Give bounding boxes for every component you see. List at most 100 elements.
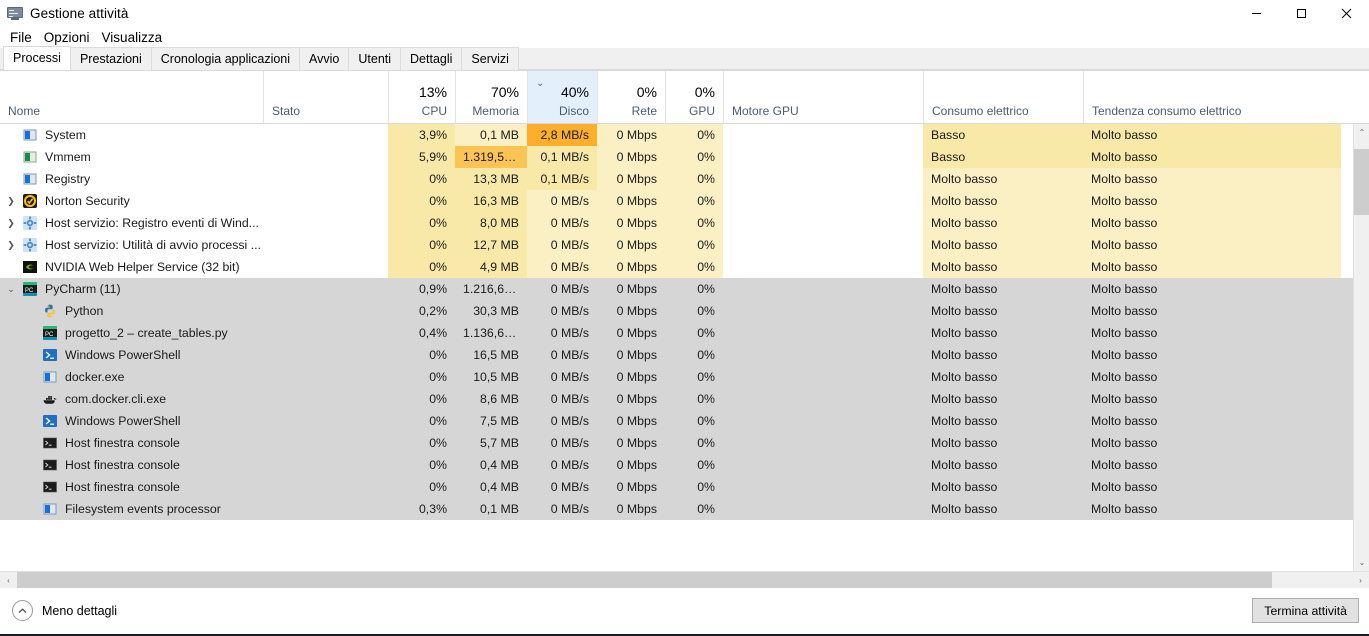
- column-label: Consumo elettrico: [932, 104, 1029, 118]
- vertical-scroll-thumb[interactable]: [1354, 149, 1369, 216]
- cell-gpu: 0%: [665, 124, 723, 146]
- cell-consumo: Molto basso: [931, 458, 998, 472]
- cell-tendenza: Molto basso: [1091, 392, 1158, 406]
- cell-cpu: 0,9%: [418, 282, 447, 296]
- table-row[interactable]: ❯ Host servizio: Registro eventi di Wind.…: [0, 212, 1353, 234]
- tab-dettagli[interactable]: Dettagli: [400, 47, 463, 70]
- table-row[interactable]: Python 0,2% 30,3 MB 0 MB/s 0 Mbps 0% Molto bas…: [0, 300, 1353, 322]
- close-button[interactable]: [1324, 0, 1369, 26]
- cell-cpu: 0%: [388, 256, 455, 278]
- column-label: Stato: [272, 104, 301, 118]
- tab-servizi[interactable]: Servizi: [461, 47, 519, 70]
- window-blue-icon: [22, 171, 38, 187]
- cell-tendenza: Molto basso: [1091, 282, 1158, 296]
- horizontal-scroll-track[interactable]: [17, 572, 1352, 588]
- tab-processi[interactable]: Processi: [3, 46, 71, 70]
- cell-disco: 0 MB/s: [550, 304, 589, 318]
- cell-memoria: 16,5 MB: [473, 348, 519, 362]
- table-row[interactable]: NVIDIA Web Helper Service (32 bit) 0% 4,9 …: [0, 256, 1353, 278]
- column-header-rete[interactable]: 0% Rete: [597, 71, 665, 123]
- cell-stato: [263, 168, 388, 190]
- chevron-down-icon[interactable]: ⌄: [0, 278, 22, 300]
- table-row[interactable]: System 3,9% 0,1 MB 2,8 MB/s 0 Mbps 0% Basso Mol…: [0, 124, 1353, 146]
- table-row[interactable]: com.docker.cli.exe 0% 8,6 MB 0 MB/s 0 Mbps 0%…: [0, 388, 1353, 410]
- table-row[interactable]: ❯ Host servizio: Utilità di avvio process…: [0, 234, 1353, 256]
- menu-file[interactable]: File: [4, 28, 38, 47]
- fewer-details-button[interactable]: Meno dettagli: [8, 597, 121, 624]
- cell-motore-gpu: [723, 344, 923, 366]
- chevron-right-icon[interactable]: ❯: [0, 234, 22, 256]
- menu-opzioni[interactable]: Opzioni: [38, 28, 96, 47]
- column-header-disco[interactable]: ⌄ 40% Disco: [527, 71, 597, 123]
- cell-memoria: 4,9 MB: [455, 256, 527, 278]
- cell-tendenza: Molto basso: [1091, 458, 1158, 472]
- column-header-gpu[interactable]: 0% GPU: [665, 71, 723, 123]
- cell-memoria: 8,6 MB: [480, 392, 519, 406]
- cell-gpu: 0%: [697, 436, 715, 450]
- chevron-right-icon[interactable]: ❯: [0, 212, 22, 234]
- minimize-button[interactable]: [1234, 0, 1279, 26]
- end-task-button[interactable]: Termina attività: [1252, 598, 1359, 623]
- tab-utenti[interactable]: Utenti: [348, 47, 402, 70]
- table-row[interactable]: Filesystem events processor 0,3% 0,1 MB 0 M…: [0, 498, 1353, 520]
- task-manager-window: Gestione attività File Opzioni Visualizz…: [0, 0, 1369, 636]
- table-row[interactable]: Vmmem 5,9% 1.319,5 MB 0,1 MB/s 0 Mbps 0% Basso…: [0, 146, 1353, 168]
- column-header-stato[interactable]: Stato: [263, 71, 388, 123]
- scroll-down-button[interactable]: ⌄: [1354, 554, 1369, 571]
- pycharm-icon: PC: [22, 281, 38, 297]
- vertical-scroll-track[interactable]: [1354, 141, 1369, 554]
- cell-consumo: Basso: [923, 124, 1083, 146]
- table-row[interactable]: Host finestra console 0% 5,7 MB 0 MB/s 0 Mbp…: [0, 432, 1353, 454]
- tab-prestazioni[interactable]: Prestazioni: [69, 47, 152, 70]
- table-row[interactable]: PC progetto_2 – create_tables.py 0,4% 1.136…: [0, 322, 1353, 344]
- cell-rete: 0 Mbps: [616, 458, 657, 472]
- cell-tendenza: Molto basso: [1091, 370, 1158, 384]
- cell-consumo: Molto basso: [931, 392, 998, 406]
- cell-cpu: 5,9%: [388, 146, 455, 168]
- column-header-nome[interactable]: Nome: [0, 71, 263, 123]
- vertical-scrollbar[interactable]: ⌃ ⌄: [1353, 124, 1369, 571]
- sort-descending-icon: ⌄: [536, 78, 545, 89]
- cell-rete: 0 Mbps: [616, 436, 657, 450]
- table-row[interactable]: Host finestra console 0% 0,4 MB 0 MB/s 0 Mbp…: [0, 476, 1353, 498]
- cell-cpu: 0%: [388, 190, 455, 212]
- window-controls: [1234, 0, 1369, 26]
- table-row[interactable]: docker.exe 0% 10,5 MB 0 MB/s 0 Mbps 0% Molto b…: [0, 366, 1353, 388]
- cell-memoria: 12,7 MB: [455, 234, 527, 256]
- table-row[interactable]: Windows PowerShell 0% 7,5 MB 0 MB/s 0 Mbps 0%…: [0, 410, 1353, 432]
- chevron-right-icon[interactable]: ❯: [0, 190, 22, 212]
- column-header-tendenza-consumo-elettrico[interactable]: Tendenza consumo elettrico: [1083, 71, 1341, 123]
- scroll-up-button[interactable]: ⌃: [1354, 124, 1369, 141]
- console-icon: [42, 457, 58, 473]
- column-label: Tendenza consumo elettrico: [1092, 104, 1242, 118]
- cell-stato: [263, 432, 388, 454]
- column-header-cpu[interactable]: 13% CPU: [388, 71, 455, 123]
- cell-gpu: 0%: [665, 146, 723, 168]
- cell-tendenza: Molto basso: [1091, 480, 1158, 494]
- column-header-memoria[interactable]: 70% Memoria: [455, 71, 527, 123]
- tab-avvio[interactable]: Avvio: [299, 47, 350, 70]
- table-row[interactable]: ❯ Norton Security 0% 16,3 MB 0 MB/s 0 Mbps 0% M…: [0, 190, 1353, 212]
- table-row[interactable]: Host finestra console 0% 0,4 MB 0 MB/s 0 Mbp…: [0, 454, 1353, 476]
- cell-memoria: 1.136,6 MB: [463, 326, 526, 340]
- column-header-motore-gpu[interactable]: Motore GPU: [723, 71, 923, 123]
- powershell-icon: [42, 347, 58, 363]
- cell-disco: 0 MB/s: [550, 436, 589, 450]
- horizontal-scroll-thumb[interactable]: [17, 572, 1272, 588]
- table-row[interactable]: Registry 0% 13,3 MB 0,1 MB/s 0 Mbps 0% Molto b…: [0, 168, 1353, 190]
- horizontal-scrollbar[interactable]: ‹ ›: [0, 571, 1369, 588]
- cell-consumo: Molto basso: [931, 282, 998, 296]
- tab-cronologia-applicazioni[interactable]: Cronologia applicazioni: [150, 47, 301, 70]
- scroll-left-button[interactable]: ‹: [0, 572, 17, 588]
- table-row[interactable]: Windows PowerShell 0% 16,5 MB 0 MB/s 0 Mbps 0…: [0, 344, 1353, 366]
- process-name: Filesystem events processor: [65, 502, 221, 516]
- column-label: Disco: [558, 104, 589, 118]
- menu-visualizza[interactable]: Visualizza: [96, 28, 169, 47]
- table-row[interactable]: ⌄ PC PyCharm (11) 0,9% 1.216,6 MB 0 MB/s 0 Mbp…: [0, 278, 1353, 300]
- cell-gpu: 0%: [697, 458, 715, 472]
- maximize-button[interactable]: [1279, 0, 1324, 26]
- column-header-consumo-elettrico[interactable]: Consumo elettrico: [923, 71, 1083, 123]
- title-bar: Gestione attività: [0, 0, 1369, 26]
- scroll-right-button[interactable]: ›: [1352, 572, 1369, 588]
- window-title: Gestione attività: [30, 5, 129, 21]
